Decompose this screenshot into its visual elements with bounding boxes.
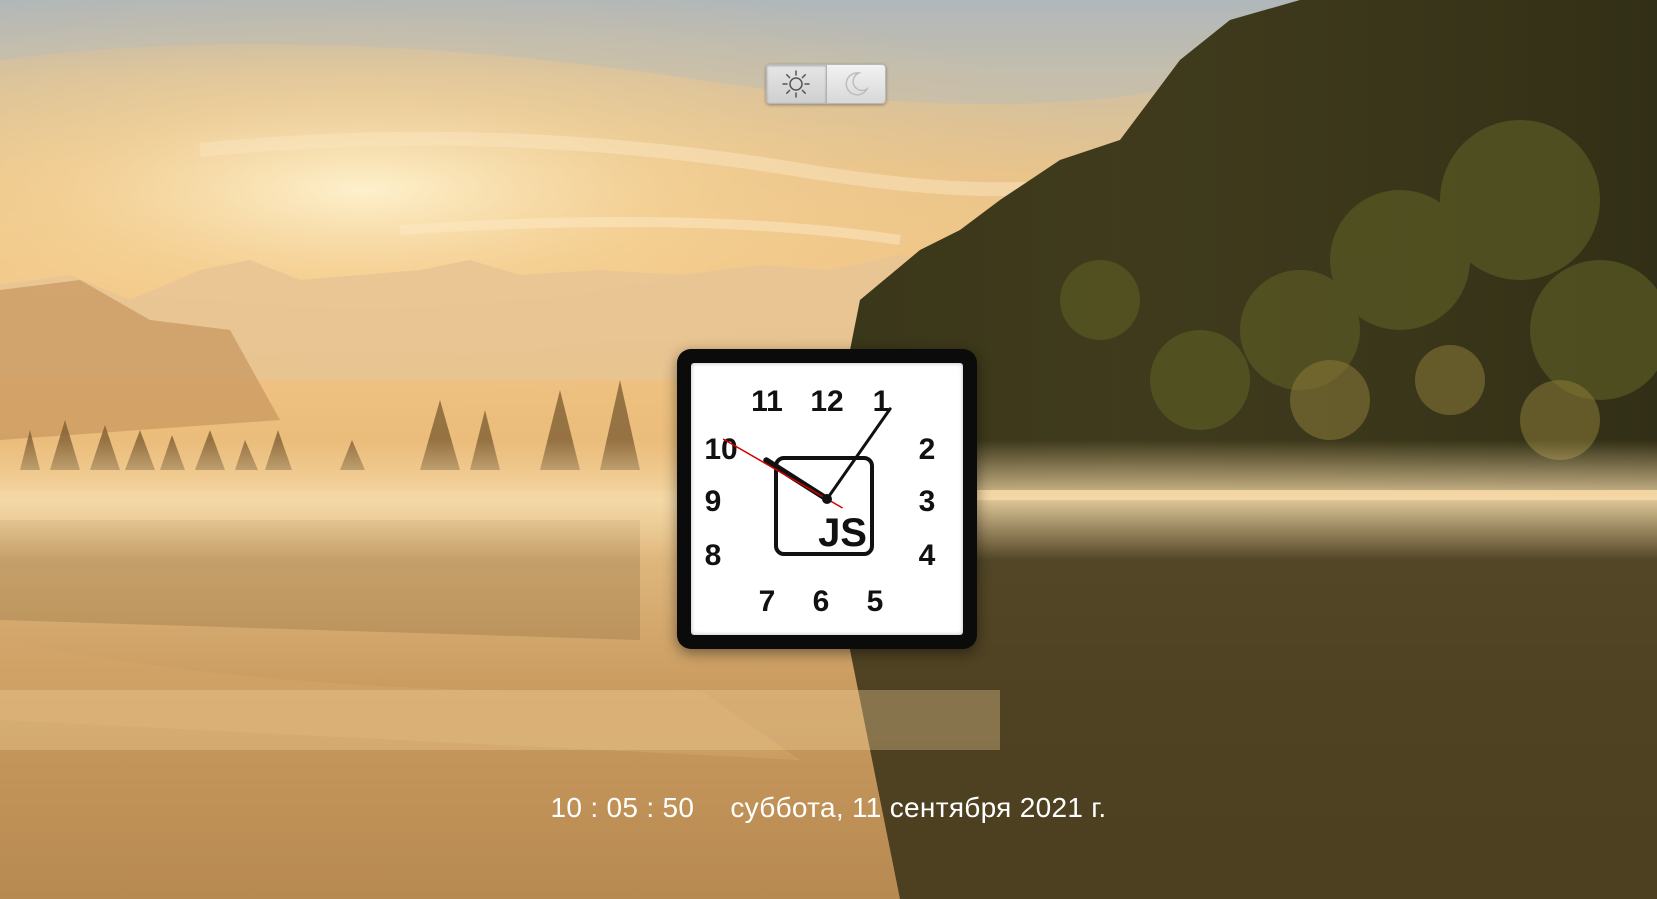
analog-clock: 12 1 2 3 4 5 6 7 8 9 10 11 JS xyxy=(677,349,977,649)
desktop-background: 12 1 2 3 4 5 6 7 8 9 10 11 JS 10 : 05 : 50 суббота,… xyxy=(0,0,1657,899)
light-theme-button[interactable] xyxy=(767,65,827,103)
numeral-9: 9 xyxy=(705,485,722,518)
numeral-2: 2 xyxy=(919,433,936,466)
numeral-12: 12 xyxy=(810,385,843,418)
js-logo-text: JS xyxy=(818,511,867,555)
numeral-3: 3 xyxy=(919,485,936,518)
minute-hand xyxy=(825,407,892,501)
numeral-5: 5 xyxy=(867,585,884,618)
digital-time: 10 : 05 : 50 xyxy=(550,792,695,823)
clock-dial: 12 1234567891011 JS xyxy=(704,385,936,618)
digital-clock: 10 : 05 : 50 суббота, 11 сентября 2021 г… xyxy=(0,792,1657,824)
numeral-4: 4 xyxy=(919,539,936,572)
dark-theme-button[interactable] xyxy=(827,65,886,103)
moon-icon xyxy=(845,72,869,96)
sun-icon xyxy=(782,70,810,98)
numeral-8: 8 xyxy=(705,539,722,572)
numeral-10: 10 xyxy=(704,433,737,466)
theme-toggle[interactable] xyxy=(766,64,886,104)
clock-center-pin xyxy=(822,494,832,504)
numeral-6: 6 xyxy=(813,585,830,618)
numeral-7: 7 xyxy=(759,585,776,618)
numeral-11: 11 xyxy=(751,385,783,418)
digital-date: суббота, 11 сентября 2021 г. xyxy=(730,792,1107,823)
clock-face: 12 1 2 3 4 5 6 7 8 9 10 11 JS xyxy=(691,363,963,635)
